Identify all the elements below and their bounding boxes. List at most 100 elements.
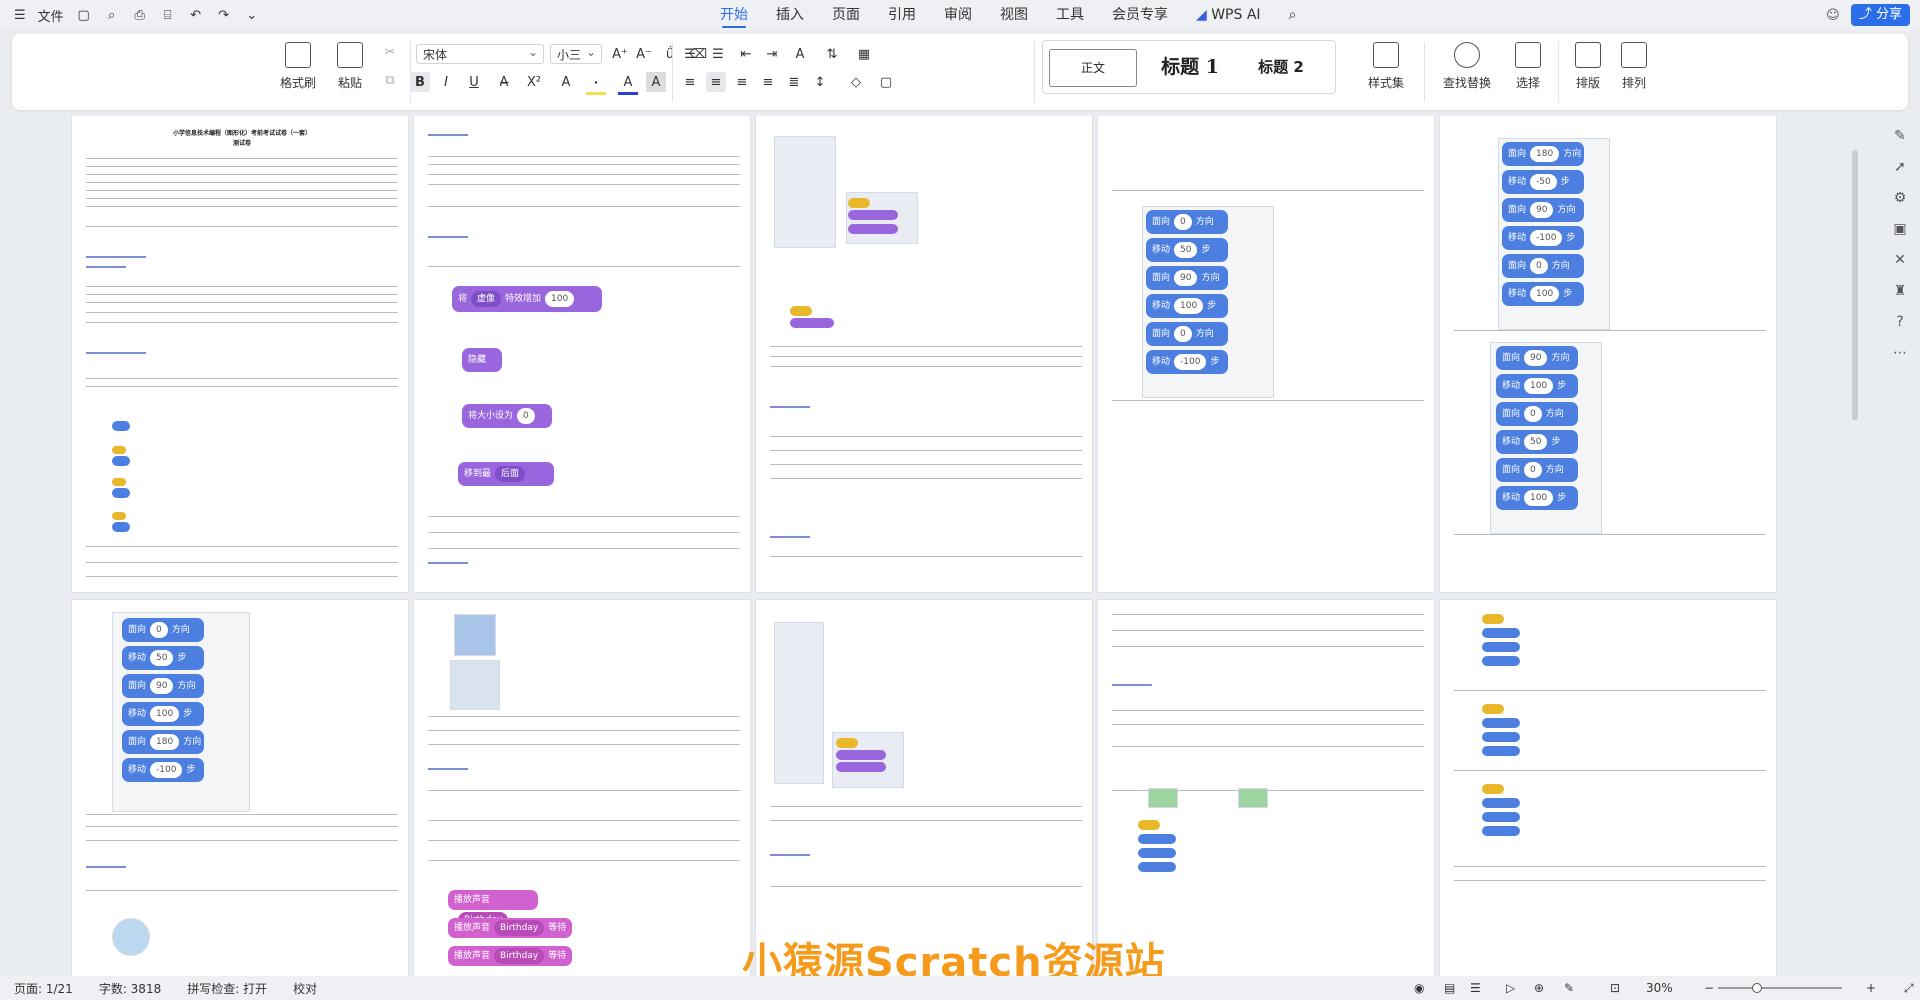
tab-view[interactable]: 视图	[1000, 0, 1028, 30]
zoom-in-icon[interactable]: +	[1866, 981, 1876, 995]
export-icon[interactable]: ⌕	[104, 7, 120, 23]
share-label: 分享	[1875, 7, 1902, 22]
align-left-icon[interactable]: ≡	[680, 72, 700, 92]
undo-icon[interactable]: ↶	[188, 7, 204, 23]
save-icon[interactable]: ▢	[76, 7, 92, 23]
block-unit: 步	[1557, 493, 1567, 503]
redo-icon[interactable]: ↷	[216, 7, 232, 23]
table-icon[interactable]: ▦	[854, 44, 874, 64]
find-replace-button[interactable]: 查找替换	[1436, 42, 1498, 91]
wps-ai-label: WPS AI	[1211, 7, 1261, 23]
image-icon[interactable]: ▣	[1891, 220, 1909, 238]
strikethrough-button[interactable]: A̶	[494, 72, 514, 92]
grow-font-icon[interactable]: A⁺	[610, 44, 630, 64]
layout-button[interactable]: 排版	[1568, 42, 1608, 91]
share-button[interactable]: ⤴ 分享	[1850, 4, 1910, 26]
more-icon[interactable]: ⋯	[1891, 344, 1909, 362]
edit-icon[interactable]: ✎	[1564, 981, 1574, 995]
fit-icon[interactable]: ⊡	[1610, 981, 1620, 995]
align-right-icon[interactable]: ≡	[732, 72, 752, 92]
bullet-list-icon[interactable]: ☰	[680, 44, 700, 64]
phonetic-icon[interactable]: ǘ	[660, 44, 680, 64]
font-color-button[interactable]: A	[618, 72, 638, 95]
style-heading-2[interactable]: 标题 2	[1239, 49, 1323, 85]
scroll-thumb[interactable]	[1852, 150, 1858, 420]
italic-button[interactable]: I	[436, 72, 456, 92]
block-text: 移动	[128, 709, 147, 719]
format-painter-button[interactable]: 格式刷	[276, 42, 320, 91]
sort-icon[interactable]: ⇅	[822, 44, 842, 64]
document-area[interactable]: 小学信息技术编程（图形化）考前考试试卷（一套） 测试卷 将 虚像 特效增加 10…	[68, 116, 1788, 976]
magnifier-icon	[1454, 42, 1480, 68]
tab-start[interactable]: 开始	[720, 0, 748, 30]
numbered-list-icon[interactable]: ☰	[708, 44, 728, 64]
highlight-button[interactable]: ꞏ	[586, 72, 606, 95]
line-spacing-icon[interactable]: ↕	[810, 72, 830, 92]
spell-check[interactable]: 拼写检查: 打开	[187, 980, 267, 997]
style-heading-1[interactable]: 标题 1	[1145, 49, 1235, 85]
char-shading-button[interactable]: A	[646, 72, 666, 92]
print-preview-icon[interactable]: ⌸	[160, 7, 176, 23]
tab-member[interactable]: 会员专享	[1112, 0, 1168, 30]
ribbon-tabs: 开始 插入 页面 引用 审阅 视图 工具 会员专享 ◢ WPS AI ⌕	[720, 0, 1296, 30]
page-indicator[interactable]: 页面: 1/21	[14, 980, 73, 997]
tab-references[interactable]: 引用	[888, 0, 916, 30]
bold-button[interactable]: B	[410, 72, 430, 92]
pen-icon[interactable]: ✎	[1891, 127, 1909, 145]
chat-icon[interactable]: ☺	[1825, 7, 1841, 23]
tab-tools[interactable]: 工具	[1056, 0, 1084, 30]
tab-review[interactable]: 审阅	[944, 0, 972, 30]
underline-button[interactable]: U	[464, 72, 484, 92]
adjust-icon[interactable]: ⚙	[1891, 189, 1909, 207]
tools-icon[interactable]: ✕	[1891, 251, 1909, 269]
shirt-icon[interactable]: ♜	[1891, 282, 1909, 300]
border-icon[interactable]: ▢	[876, 72, 896, 92]
zoom-level[interactable]: 30%	[1646, 981, 1673, 995]
arrange-button[interactable]: 排列	[1614, 42, 1654, 91]
brush-icon	[285, 42, 311, 68]
eye-icon[interactable]: ◉	[1414, 981, 1424, 995]
style-set-button[interactable]: 样式集	[1358, 42, 1414, 91]
vertical-scrollbar[interactable]	[1852, 118, 1860, 968]
font-size-select[interactable]: 小三	[550, 42, 602, 64]
align-center-icon[interactable]: ≡	[706, 72, 726, 92]
distribute-icon[interactable]: ≣	[784, 72, 804, 92]
play-icon[interactable]: ▷	[1506, 981, 1515, 995]
shrink-font-icon[interactable]: A⁻	[634, 44, 654, 64]
paste-button[interactable]: 粘贴	[328, 42, 372, 91]
select-button[interactable]: 选择	[1506, 42, 1550, 91]
justify-icon[interactable]: ≡	[758, 72, 778, 92]
shading-icon[interactable]: ◇	[846, 72, 866, 92]
menu-icon[interactable]: ☰	[14, 8, 26, 23]
page-view-icon[interactable]: ▤	[1444, 981, 1455, 995]
tab-page[interactable]: 页面	[832, 0, 860, 30]
text-effect-button[interactable]: A	[556, 72, 576, 92]
print-icon[interactable]: ⎙	[132, 7, 148, 23]
decrease-indent-icon[interactable]: ⇤	[736, 44, 756, 64]
word-count[interactable]: 字数: 3818	[99, 980, 161, 997]
outline-view-icon[interactable]: ☰	[1470, 981, 1481, 995]
pointer-icon[interactable]: ➚	[1891, 158, 1909, 176]
search-icon[interactable]: ⌕	[1289, 0, 1297, 30]
zoom-slider-knob[interactable]	[1752, 983, 1762, 993]
web-view-icon[interactable]: ⊕	[1534, 981, 1544, 995]
superscript-button[interactable]: X²	[524, 72, 544, 92]
zoom-slider[interactable]	[1718, 987, 1842, 989]
file-menu[interactable]: 文件	[38, 6, 64, 25]
font-name-select[interactable]: 宋体	[416, 42, 544, 64]
text-direction-icon[interactable]: A	[790, 44, 810, 64]
cut-icon[interactable]: ✂	[380, 42, 400, 62]
proofread[interactable]: 校对	[293, 980, 317, 997]
style-normal[interactable]: 正文	[1049, 49, 1137, 87]
block-value: 0	[1524, 406, 1542, 422]
wps-ai-button[interactable]: ◢ WPS AI	[1196, 0, 1261, 30]
block-unit: 步	[1201, 245, 1211, 255]
help-icon[interactable]: ?	[1891, 313, 1909, 331]
chevron-down-icon[interactable]: ⌄	[244, 7, 260, 23]
page-7: 播放声音Birthday播放声音Birthday等待播完播放声音Birthday…	[414, 600, 750, 976]
zoom-out-icon[interactable]: −	[1704, 981, 1714, 995]
tab-insert[interactable]: 插入	[776, 0, 804, 30]
fullscreen-icon[interactable]: ⤢	[1904, 981, 1914, 996]
copy-icon[interactable]: ⧉	[380, 70, 400, 90]
increase-indent-icon[interactable]: ⇥	[762, 44, 782, 64]
